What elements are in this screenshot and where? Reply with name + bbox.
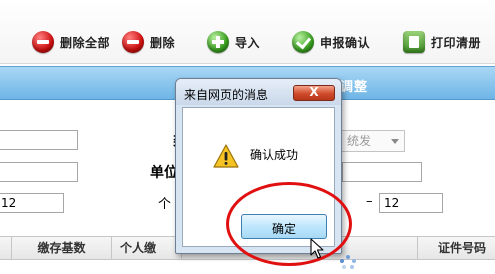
grid-col-id-number[interactable]: 证件号码 bbox=[418, 237, 495, 259]
chevron-down-icon bbox=[391, 139, 399, 144]
remove-all-label: 删除全部 bbox=[60, 35, 111, 50]
form-label-personal: 个 bbox=[158, 197, 172, 212]
remove-all-icon bbox=[32, 31, 54, 53]
text-field-1[interactable] bbox=[0, 130, 78, 150]
grid-col-blank bbox=[0, 237, 12, 259]
dialog-close-button[interactable]: X bbox=[293, 85, 335, 101]
print-icon bbox=[403, 31, 425, 53]
grid-col-deposit-base[interactable]: 缴存基数 bbox=[12, 237, 112, 259]
import-icon bbox=[207, 31, 229, 53]
range-left-value: 12 bbox=[1, 196, 17, 210]
type-select[interactable]: 统发 bbox=[340, 130, 405, 152]
delete-icon bbox=[122, 31, 144, 53]
dialog-message: 确认成功 bbox=[250, 148, 299, 162]
warning-icon bbox=[213, 144, 239, 168]
grid-col-personal[interactable]: 个人缴 bbox=[112, 237, 182, 259]
import-label: 导入 bbox=[235, 35, 261, 50]
print-list-label: 打印清册 bbox=[431, 35, 482, 50]
text-field-3[interactable] bbox=[342, 162, 422, 182]
form-label-unit: 单位 bbox=[150, 165, 178, 181]
range-right-field[interactable]: 12 bbox=[379, 193, 443, 213]
range-left-field[interactable]: 12 bbox=[0, 193, 64, 213]
grid-col-deposit-base-label: 缴存基数 bbox=[37, 241, 86, 255]
dialog-content: 确认成功 确定 bbox=[182, 107, 335, 247]
grid-body bbox=[0, 261, 495, 274]
range-right-value: 12 bbox=[384, 196, 400, 210]
dialog-title: 来自网页的消息 bbox=[184, 88, 269, 102]
type-select-value: 统发 bbox=[347, 134, 372, 148]
import-button[interactable]: 导入 bbox=[207, 28, 260, 56]
remove-all-button[interactable]: 删除全部 bbox=[32, 28, 110, 56]
confirm-declaration-button[interactable]: 申报确认 bbox=[292, 28, 370, 56]
toolbar: 删除全部 删除 导入 申报确认 打印清册 bbox=[0, 0, 495, 64]
range-dash: – bbox=[366, 194, 373, 209]
grid-col-personal-label: 个人缴 bbox=[120, 241, 157, 255]
grid-col-id-number-label: 证件号码 bbox=[438, 241, 487, 255]
message-dialog: 来自网页的消息 X 确认成功 确定 bbox=[175, 78, 342, 254]
grid-col-blank-2 bbox=[358, 237, 418, 259]
ok-button[interactable]: 确定 bbox=[241, 214, 327, 239]
confirm-declaration-label: 申报确认 bbox=[320, 35, 371, 50]
ok-button-label: 确定 bbox=[271, 222, 296, 236]
print-list-button[interactable]: 打印清册 bbox=[403, 28, 481, 56]
delete-button[interactable]: 删除 bbox=[122, 28, 175, 56]
cursor-icon bbox=[310, 238, 324, 259]
busy-indicator-icon bbox=[340, 255, 356, 269]
confirm-icon bbox=[292, 31, 314, 53]
text-field-2[interactable] bbox=[0, 162, 78, 182]
dialog-titlebar[interactable]: 来自网页的消息 X bbox=[176, 79, 341, 105]
delete-label: 删除 bbox=[150, 35, 176, 50]
close-icon: X bbox=[309, 85, 319, 99]
section-title: 调整 bbox=[340, 80, 369, 95]
